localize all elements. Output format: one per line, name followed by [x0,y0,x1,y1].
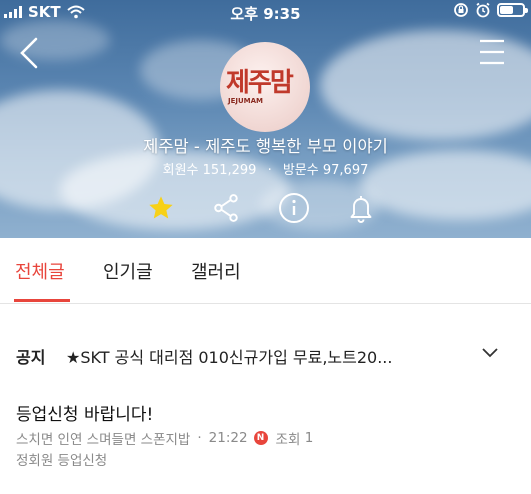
notification-button[interactable] [343,190,379,226]
new-badge: N [253,431,268,445]
status-time: 오후 9:35 [230,5,301,23]
tab-all-posts[interactable]: 전체글 [15,258,65,284]
action-bar [0,190,531,226]
members-label: 회원수 [162,163,199,178]
list-item[interactable]: 등업신청 바랍니다! 스치면 인연 스며들면 스폰지밥 · 21:22 N 조회… [0,396,531,486]
share-button[interactable] [208,190,244,226]
share-icon [214,194,238,222]
info-icon [279,193,309,223]
post-title: 등업신청 바랍니다! [16,405,154,425]
tab-bar: 전체글 인기글 갤러리 [0,238,531,304]
post-board: 정회원 등업신청 [16,453,108,469]
views-label: 조회 [275,432,301,448]
visits-count: 97,697 [322,163,369,178]
battery-icon [497,3,528,17]
star-icon [149,196,173,219]
post-meta: 스치면 인연 스며들면 스폰지밥 · 21:22 N 조회 1 [16,430,314,448]
status-bar: SKT 오후 9:35 [0,0,531,24]
info-button[interactable] [276,190,312,226]
tab-popular-posts[interactable]: 인기글 [103,258,153,284]
cafe-logo: 제주맘 JEJUMAM [220,42,310,132]
notice-label: 공지 [16,348,46,367]
active-tab-indicator [14,299,70,302]
bell-icon [350,196,372,223]
notice-text: ★SKT 공식 대리점 010신규가입 무료,노트20... [66,348,393,367]
orientation-lock-icon [454,3,468,17]
post-author: 스치면 인연 스며들면 스폰지밥 [16,432,191,448]
favorite-button[interactable] [143,190,179,226]
members-count: 151,299 [202,163,257,178]
tab-gallery[interactable]: 갤러리 [191,258,241,284]
alarm-icon [476,2,490,18]
visits-label: 방문수 [282,163,319,178]
logo-subtext: JEJUMAM [228,97,264,105]
cafe-stats: 회원수 151,299 · 방문수 97,697 [162,163,369,178]
back-button[interactable] [16,36,46,70]
notice-row[interactable]: 공지 ★SKT 공식 대리점 010신규가입 무료,노트20... [0,330,531,376]
menu-button[interactable] [479,38,505,66]
logo-text: 제주맘 [226,68,294,98]
views-count: 1 [304,430,314,446]
post-time: 21:22 [208,430,248,446]
chevron-down-icon[interactable] [481,346,499,360]
cafe-title: 제주맘 - 제주도 행복한 부모 이야기 [143,137,388,156]
